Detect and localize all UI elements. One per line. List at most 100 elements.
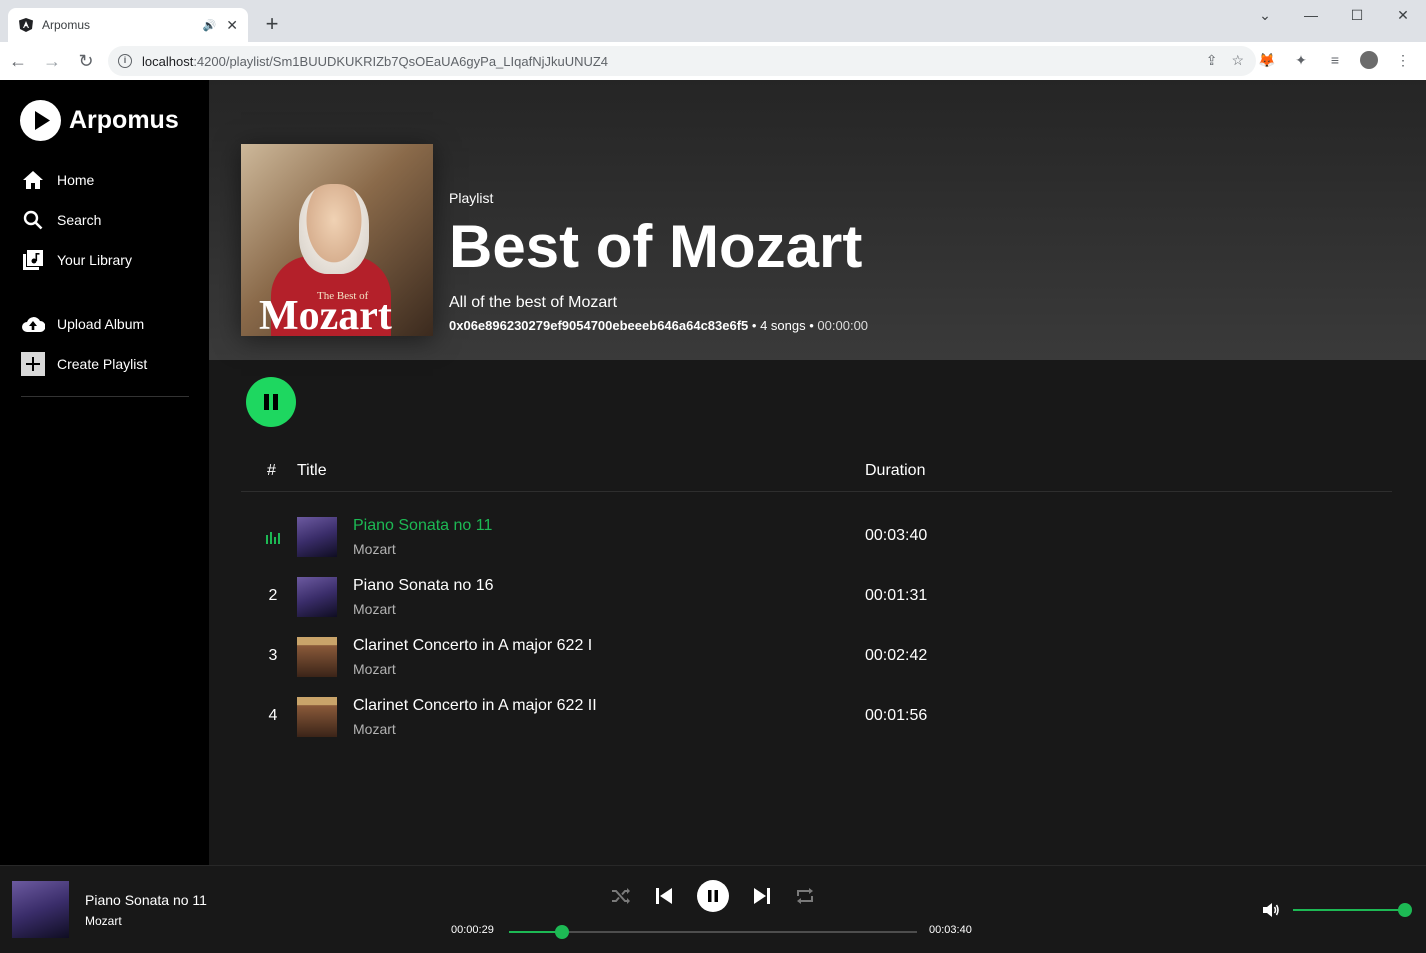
pause-icon xyxy=(264,394,278,410)
track-artist[interactable]: Mozart xyxy=(353,541,396,557)
progress-knob[interactable] xyxy=(555,925,569,939)
song-count: 4 songs xyxy=(760,318,806,333)
now-playing-artist[interactable]: Mozart xyxy=(85,914,122,928)
sidebar-item-label: Create Playlist xyxy=(57,356,148,372)
pause-icon xyxy=(708,890,718,902)
sidebar-item-label: Your Library xyxy=(57,252,132,268)
elapsed-time: 00:00:29 xyxy=(451,924,494,936)
playlist-cover: The Best of Mozart xyxy=(241,144,433,336)
url-host: localhost xyxy=(142,53,194,69)
shuffle-button[interactable] xyxy=(609,880,633,912)
playlist-owner[interactable]: 0x06e896230279ef9054700ebeeeb646a64c83e6… xyxy=(449,318,748,333)
repeat-button[interactable] xyxy=(793,880,817,912)
track-title[interactable]: Clarinet Concerto in A major 622 II xyxy=(353,697,597,715)
skip-next-icon xyxy=(754,888,770,904)
bookmark-star-icon[interactable]: ☆ xyxy=(1231,52,1244,69)
sidebar-item-home[interactable]: Home xyxy=(21,168,94,192)
back-icon[interactable]: ← xyxy=(2,45,34,77)
track-artist[interactable]: Mozart xyxy=(353,721,396,737)
volume-fill xyxy=(1293,909,1405,911)
volume-icon[interactable] xyxy=(1262,902,1280,923)
player-pause-button[interactable] xyxy=(697,880,729,912)
sidebar-item-create-playlist[interactable]: Create Playlist xyxy=(21,352,147,376)
playlist-header: The Best of Mozart Playlist Best of Moza… xyxy=(209,80,1426,360)
sidebar-item-search[interactable]: Search xyxy=(21,208,101,232)
plus-box-icon xyxy=(21,352,45,376)
next-button[interactable] xyxy=(750,880,774,912)
sidebar-item-upload-album[interactable]: Upload Album xyxy=(21,312,144,336)
browser-tab[interactable]: Arpomus 🔊 ✕ xyxy=(8,8,248,42)
track-duration: 00:02:42 xyxy=(865,647,928,664)
sidebar-item-label: Upload Album xyxy=(57,316,145,332)
equalizer-icon xyxy=(261,527,285,549)
track-title[interactable]: Clarinet Concerto in A major 622 I xyxy=(353,637,592,655)
now-playing-title[interactable]: Piano Sonata no 11 xyxy=(85,892,207,908)
browser-chrome: Arpomus 🔊 ✕ + ⌄ — ☐ ✕ ← → ↻ i localhost:… xyxy=(0,0,1426,80)
site-info-icon[interactable]: i xyxy=(118,54,132,68)
browser-toolbar: ← → ↻ i localhost:4200/playlist/Sm1BUUDK… xyxy=(0,42,1426,80)
playlist-type-label: Playlist xyxy=(449,190,494,206)
sidebar-item-library[interactable]: Your Library xyxy=(21,248,132,272)
track-thumbnail xyxy=(297,697,337,737)
playlist-pause-button[interactable] xyxy=(246,377,296,427)
track-title[interactable]: Piano Sonata no 11 xyxy=(353,517,492,535)
sidebar-item-label: Home xyxy=(57,172,95,188)
track-row[interactable]: 2 Piano Sonata no 16 Mozart 00:01:31 xyxy=(241,567,1392,627)
track-thumbnail xyxy=(297,577,337,617)
repeat-icon xyxy=(797,888,813,904)
tab-close-icon[interactable]: ✕ xyxy=(226,17,238,34)
track-thumbnail xyxy=(297,637,337,677)
sidebar: Arpomus Home Search Your Library Upload … xyxy=(0,80,209,865)
track-number: 3 xyxy=(268,647,278,664)
track-title[interactable]: Piano Sonata no 16 xyxy=(353,577,494,595)
search-icon xyxy=(21,208,45,232)
track-artist[interactable]: Mozart xyxy=(353,601,396,617)
minimize-icon[interactable]: — xyxy=(1288,0,1334,30)
tab-title: Arpomus xyxy=(42,18,91,32)
brand-logo-icon xyxy=(20,100,61,141)
metamask-icon[interactable]: 🦊 xyxy=(1258,51,1276,69)
url-path: :4200/playlist/Sm1BUUDKUKRIZb7QsOEaUA6gy… xyxy=(193,53,609,69)
maximize-icon[interactable]: ☐ xyxy=(1334,0,1380,30)
column-title-header: Title xyxy=(297,462,327,479)
media-control-icon[interactable]: ≡ xyxy=(1326,51,1344,69)
cover-title: Mozart xyxy=(259,293,392,336)
share-icon[interactable]: ⇪ xyxy=(1206,52,1218,69)
track-duration: 00:01:31 xyxy=(865,587,928,604)
track-table-header: # Title Duration xyxy=(241,450,1392,492)
total-duration: 00:00:00 xyxy=(817,318,869,333)
new-tab-button[interactable]: + xyxy=(260,12,284,36)
tab-search-icon[interactable]: ⌄ xyxy=(1242,0,1288,30)
column-number-header: # xyxy=(267,462,276,479)
playlist-description: All of the best of Mozart xyxy=(449,294,618,311)
volume-knob[interactable] xyxy=(1398,903,1412,917)
track-row[interactable]: 3 Clarinet Concerto in A major 622 I Moz… xyxy=(241,627,1392,687)
previous-button[interactable] xyxy=(652,880,676,912)
address-bar[interactable]: i localhost:4200/playlist/Sm1BUUDKUKRIZb… xyxy=(108,46,1256,76)
forward-icon[interactable]: → xyxy=(36,45,68,77)
playlist-meta: 0x06e896230279ef9054700ebeeeb646a64c83e6… xyxy=(449,318,869,333)
progress-slider[interactable] xyxy=(509,925,917,939)
track-duration: 00:01:56 xyxy=(865,707,928,724)
column-duration-header: Duration xyxy=(865,462,926,479)
tab-audio-icon[interactable]: 🔊 xyxy=(203,19,217,32)
total-time: 00:03:40 xyxy=(929,924,972,936)
window-close-icon[interactable]: ✕ xyxy=(1380,0,1426,30)
reload-icon[interactable]: ↻ xyxy=(70,45,102,77)
extensions-icon[interactable]: ✦ xyxy=(1292,51,1310,69)
track-row[interactable]: Piano Sonata no 11 Mozart 00:03:40 xyxy=(241,507,1392,567)
volume-slider[interactable] xyxy=(1293,903,1412,917)
cloud-upload-icon xyxy=(21,312,45,336)
shuffle-icon xyxy=(612,888,630,904)
track-artist[interactable]: Mozart xyxy=(353,661,396,677)
window-controls: ⌄ — ☐ ✕ xyxy=(1242,0,1426,32)
track-duration: 00:03:40 xyxy=(865,527,928,544)
player-bar: Piano Sonata no 11 Mozart 00:00:29 00:03… xyxy=(0,865,1426,953)
menu-kebab-icon[interactable]: ⋮ xyxy=(1394,51,1412,69)
profile-avatar[interactable] xyxy=(1360,51,1378,69)
cover-figure-face xyxy=(299,184,369,274)
track-row[interactable]: 4 Clarinet Concerto in A major 622 II Mo… xyxy=(241,687,1392,747)
brand[interactable]: Arpomus xyxy=(20,100,179,141)
brand-name: Arpomus xyxy=(69,106,179,134)
now-playing-thumbnail xyxy=(12,881,69,938)
